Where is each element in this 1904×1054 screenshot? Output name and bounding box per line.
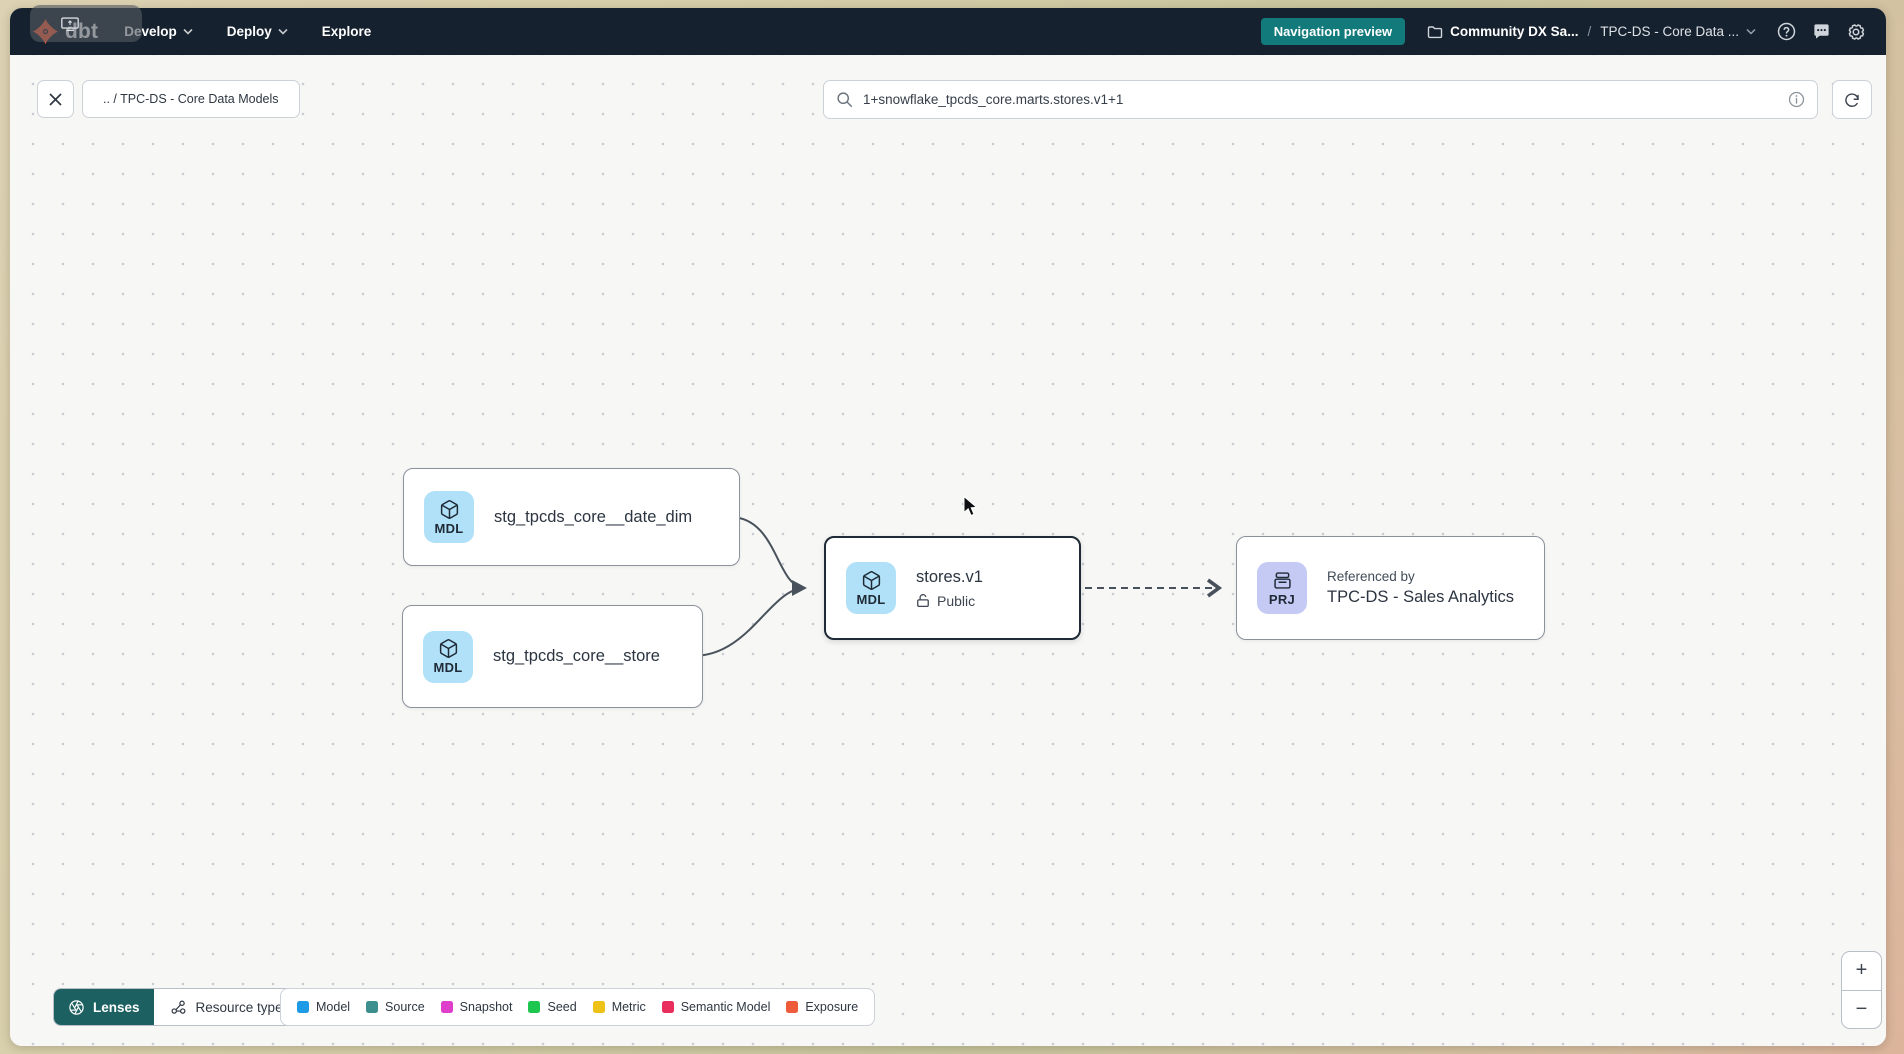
- node-label: TPC-DS - Sales Analytics: [1327, 588, 1514, 607]
- info-icon[interactable]: [1788, 91, 1805, 108]
- snapshot-swatch: [441, 1001, 453, 1013]
- referenced-by-label: Referenced by: [1327, 569, 1514, 584]
- project-badge: PRJ: [1257, 562, 1307, 614]
- node-stg-tpcds-core-store[interactable]: MDL stg_tpcds_core__store: [402, 605, 703, 708]
- source-swatch: [366, 1001, 378, 1013]
- zoom-out-button[interactable]: −: [1842, 991, 1881, 1029]
- search-icon: [836, 91, 853, 108]
- node-text: stores.v1 Public: [916, 568, 983, 609]
- chevron-down-icon: [1746, 28, 1756, 35]
- resource-legend: Model Source Snapshot Seed Metric Semant…: [280, 988, 875, 1026]
- semantic-model-swatch: [662, 1001, 674, 1013]
- seed-swatch: [528, 1001, 540, 1013]
- legend-item-metric: Metric: [593, 1000, 646, 1014]
- lineage-selector-bar: [823, 80, 1818, 119]
- node-label: stg_tpcds_core__date_dim: [494, 508, 692, 527]
- lineage-canvas[interactable]: MDL stg_tpcds_core__date_dim MDL stg_tpc…: [10, 55, 1886, 1046]
- node-stg-tpcds-core-date-dim[interactable]: MDL stg_tpcds_core__date_dim: [403, 468, 740, 566]
- legend-item-model: Model: [297, 1000, 350, 1014]
- model-badge: MDL: [846, 562, 896, 614]
- legend-item-seed: Seed: [528, 1000, 576, 1014]
- folder-icon: [1427, 25, 1443, 39]
- lineage-path-chip[interactable]: .. / TPC-DS - Core Data Models: [82, 80, 300, 118]
- chevron-down-icon: [183, 28, 193, 35]
- help-icon[interactable]: [1776, 22, 1796, 42]
- refresh-icon: [1843, 91, 1861, 109]
- legend-item-exposure: Exposure: [786, 1000, 858, 1014]
- settings-gear-icon[interactable]: [1846, 22, 1866, 42]
- browser-pip-tab: [30, 5, 142, 42]
- node-referenced-project[interactable]: PRJ Referenced by TPC-DS - Sales Analyti…: [1236, 536, 1545, 640]
- close-button[interactable]: [37, 80, 74, 118]
- edge-datedim-to-stores: [730, 517, 805, 588]
- app-window: dbt Develop Deploy Explore Navigation pr…: [10, 8, 1886, 1046]
- breadcrumb-project[interactable]: Community DX Sa...: [1427, 24, 1578, 39]
- breadcrumb-section[interactable]: TPC-DS - Core Data ...: [1600, 24, 1756, 39]
- node-label: stg_tpcds_core__store: [493, 647, 660, 666]
- model-badge: MDL: [423, 631, 473, 683]
- exposure-swatch: [786, 1001, 798, 1013]
- edge-store-to-stores: [693, 588, 805, 656]
- node-label: stores.v1: [916, 568, 983, 587]
- feedback-icon[interactable]: [1811, 22, 1831, 42]
- navigation-preview-badge[interactable]: Navigation preview: [1261, 18, 1405, 45]
- selector-input[interactable]: [863, 92, 1778, 107]
- stack-icon: [1272, 570, 1293, 591]
- close-icon: [48, 92, 63, 107]
- navbar-icon-group: [1776, 22, 1866, 42]
- zoom-controls: + −: [1841, 951, 1882, 1029]
- legend-item-semantic-model: Semantic Model: [662, 1000, 771, 1014]
- legend-item-source: Source: [366, 1000, 425, 1014]
- aperture-icon: [68, 999, 85, 1016]
- breadcrumb-separator: /: [1587, 24, 1591, 39]
- cube-icon: [438, 638, 459, 659]
- cube-icon: [439, 499, 460, 520]
- model-badge: MDL: [424, 491, 474, 543]
- lenses-button[interactable]: Lenses: [54, 989, 154, 1025]
- graph-icon: [170, 999, 187, 1016]
- top-navbar: dbt Develop Deploy Explore Navigation pr…: [10, 8, 1886, 55]
- cube-icon: [861, 570, 882, 591]
- metric-swatch: [593, 1001, 605, 1013]
- node-access: Public: [916, 593, 983, 609]
- refresh-button[interactable]: [1832, 80, 1872, 119]
- node-text: Referenced by TPC-DS - Sales Analytics: [1327, 569, 1514, 607]
- nav-menu-deploy[interactable]: Deploy: [227, 24, 288, 39]
- screen-share-icon: [60, 16, 80, 32]
- node-stores-v1[interactable]: MDL stores.v1 Public: [824, 536, 1081, 640]
- model-swatch: [297, 1001, 309, 1013]
- zoom-in-button[interactable]: +: [1842, 952, 1881, 990]
- unlock-icon: [916, 593, 930, 608]
- legend-item-snapshot: Snapshot: [441, 1000, 513, 1014]
- nav-menu-explore[interactable]: Explore: [322, 24, 372, 39]
- breadcrumb: Community DX Sa... / TPC-DS - Core Data …: [1427, 24, 1756, 39]
- chevron-down-icon: [278, 28, 288, 35]
